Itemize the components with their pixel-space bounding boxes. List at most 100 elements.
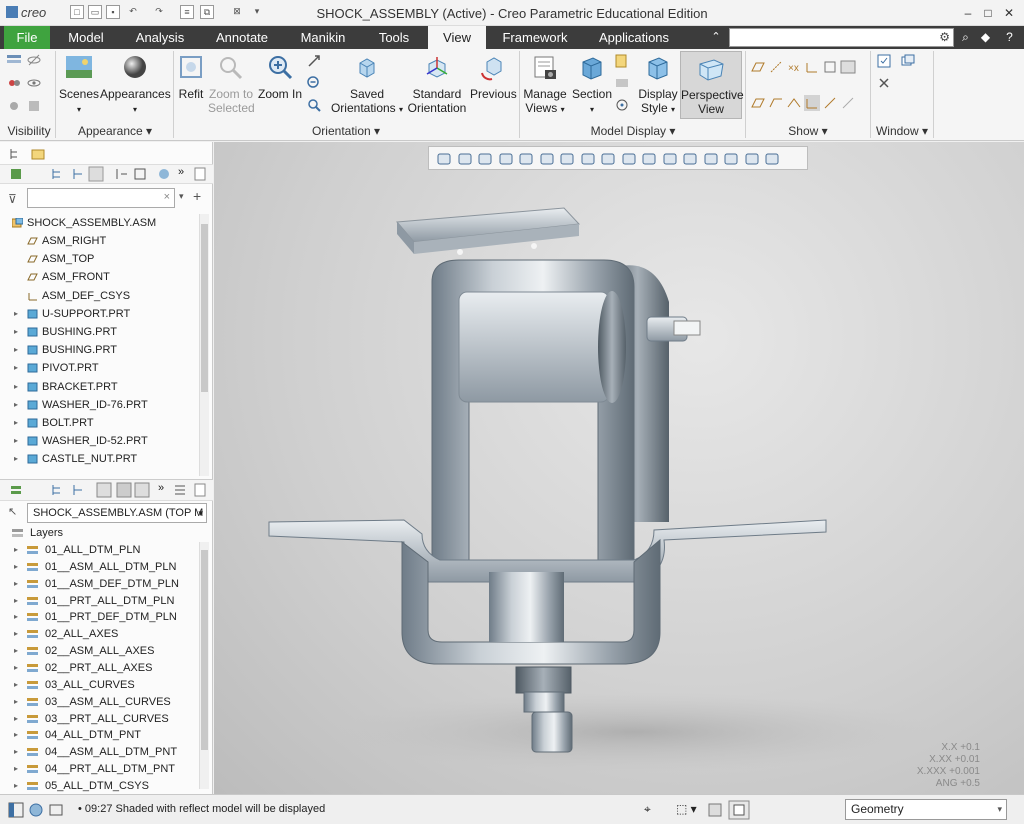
layer-properties-icon[interactable] xyxy=(116,482,132,498)
help-icon[interactable]: ? xyxy=(1000,28,1019,47)
manage-views-button[interactable]: Manage Views ▾ xyxy=(522,51,568,121)
layer-notes-icon[interactable] xyxy=(192,482,208,498)
tree-search-input[interactable]: × xyxy=(27,188,175,208)
model-tree-tab-icon[interactable] xyxy=(8,146,24,162)
windows-list-icon[interactable] xyxy=(900,53,916,69)
spin-center-icon[interactable] xyxy=(614,97,630,113)
expand-icon[interactable]: ▸ xyxy=(14,642,18,660)
tree-columns-icon[interactable] xyxy=(88,166,104,182)
folder-browser-tab-icon[interactable] xyxy=(30,146,46,162)
view-manager-icon[interactable] xyxy=(614,53,630,69)
standard-orientation-button[interactable]: Standard Orientation xyxy=(406,51,468,121)
bushing[interactable] xyxy=(458,291,610,403)
layer-tree-scrollbar[interactable] xyxy=(199,542,209,789)
selection-box-icon[interactable]: ⬚ ▾ xyxy=(676,802,697,816)
plane-tag-display-icon[interactable] xyxy=(750,95,766,111)
expand-icon[interactable]: ▸ xyxy=(14,450,18,468)
refit-button[interactable]: Refit xyxy=(176,51,206,121)
model-tree-scroll-thumb[interactable] xyxy=(201,224,208,392)
expand-icon[interactable]: ▸ xyxy=(14,541,18,559)
expand-icon[interactable]: ▸ xyxy=(14,743,18,761)
layer-filter-icon[interactable] xyxy=(172,482,188,498)
layers-icon[interactable] xyxy=(6,52,22,68)
pan-icon[interactable] xyxy=(306,53,322,69)
zoom-to-selected-button[interactable]: Zoom to Selected xyxy=(208,51,255,121)
axis-display-icon[interactable] xyxy=(768,59,784,75)
expand-icon[interactable]: ▸ xyxy=(14,726,18,744)
expand-icon[interactable]: ▸ xyxy=(14,414,18,432)
expand-all-icon[interactable] xyxy=(50,166,66,182)
zoom-out-icon[interactable] xyxy=(306,75,322,91)
annotation-display-icon[interactable] xyxy=(840,59,856,75)
filter-icon[interactable]: ⊽ xyxy=(8,192,17,206)
layer-model-selector[interactable]: SHOCK_ASSEMBLY.ASM (TOP M ▾ xyxy=(27,503,207,523)
tree-settings-icon[interactable] xyxy=(132,166,148,182)
tab-view[interactable]: View xyxy=(428,26,486,49)
perspective-view-button[interactable]: Perspective View xyxy=(680,51,744,119)
regenerate-icon[interactable] xyxy=(728,800,750,820)
new-layer-icon[interactable] xyxy=(96,482,112,498)
tab-analysis[interactable]: Analysis xyxy=(124,26,196,49)
csys-display-icon[interactable] xyxy=(804,59,820,75)
collapse-ribbon-icon[interactable]: ⌃ xyxy=(706,26,726,49)
spin-center-display-icon[interactable] xyxy=(822,59,838,75)
tab-tools[interactable]: Tools xyxy=(364,26,424,49)
learning-connector-icon[interactable]: ◆ xyxy=(976,28,995,47)
pivot[interactable] xyxy=(531,711,573,753)
expand-icon[interactable]: ▸ xyxy=(14,396,18,414)
scenes-button[interactable]: Scenes ▾ xyxy=(58,51,100,121)
expand-icon[interactable]: ▸ xyxy=(14,305,18,323)
expand-icon[interactable]: ▸ xyxy=(14,592,18,610)
hide-all-icon[interactable] xyxy=(26,98,42,114)
close-window-group-icon[interactable] xyxy=(876,75,892,91)
layer-tree-scroll-thumb[interactable] xyxy=(201,550,208,750)
tab-applications[interactable]: Applications xyxy=(588,26,680,49)
tree-display-icon[interactable] xyxy=(8,166,24,182)
expand-icon[interactable]: ▸ xyxy=(14,710,18,728)
find-icon[interactable]: ⌖ xyxy=(644,802,651,817)
expand-icon[interactable]: ▸ xyxy=(14,659,18,677)
orient-mode-icon[interactable] xyxy=(614,75,630,91)
expand-icon[interactable]: ▸ xyxy=(14,777,18,795)
selection-filter-select[interactable]: Geometry ▾ xyxy=(845,799,1007,820)
expand-icon[interactable]: ▸ xyxy=(14,676,18,694)
layer-expand-icon[interactable] xyxy=(50,482,66,498)
tree-filters-icon[interactable] xyxy=(114,166,130,182)
washer[interactable] xyxy=(523,691,565,713)
graphics-window[interactable]: X.X +0.1 X.XX +0.01 X.XXX +0.001 ANG +0.… xyxy=(214,142,1024,794)
layer-display-icon[interactable] xyxy=(8,482,24,498)
find-icon[interactable] xyxy=(156,166,172,182)
minimize-button[interactable]: – xyxy=(958,3,978,23)
model-tree-scrollbar[interactable] xyxy=(199,214,209,476)
unhide-all-icon[interactable] xyxy=(6,98,22,114)
expand-icon[interactable]: ▸ xyxy=(14,608,18,626)
saved-orientations-button[interactable]: Saved Orientations ▾ xyxy=(330,51,404,121)
layer-settings-icon[interactable] xyxy=(134,482,150,498)
tree-notes-icon[interactable] xyxy=(192,166,208,182)
layer-more-icon[interactable]: » xyxy=(158,482,164,494)
display-style-button[interactable]: Display Style ▾ xyxy=(636,51,680,121)
castle-nut[interactable] xyxy=(515,666,572,694)
datum-display-filter-icon[interactable] xyxy=(840,95,856,111)
tab-model[interactable]: Model xyxy=(54,26,118,49)
tab-manikin[interactable]: Manikin xyxy=(290,26,356,49)
add-filter-icon[interactable]: + xyxy=(193,188,201,204)
point-display-icon[interactable]: ×x xyxy=(786,59,802,75)
expand-icon[interactable]: ▸ xyxy=(14,432,18,450)
search-options-icon[interactable]: ▾ xyxy=(179,191,184,202)
previous-button[interactable]: Previous xyxy=(470,51,517,121)
expand-icon[interactable]: ▸ xyxy=(14,575,18,593)
activate-window-icon[interactable] xyxy=(876,53,892,69)
selected-items-icon[interactable] xyxy=(707,802,723,818)
expand-icon[interactable]: ▸ xyxy=(14,558,18,576)
zoom-window-icon[interactable] xyxy=(306,97,322,113)
toggle-navigator-icon[interactable] xyxy=(8,802,24,818)
section-button[interactable]: Section ▾ xyxy=(570,51,614,121)
shock-assembly-model[interactable] xyxy=(214,142,1024,794)
csys-tag-display-icon[interactable] xyxy=(804,95,820,111)
clear-search-icon[interactable]: × xyxy=(164,191,170,203)
expand-icon[interactable]: ▸ xyxy=(14,693,18,711)
gear-icon[interactable]: ⚙ xyxy=(939,30,950,44)
plane-display-icon[interactable] xyxy=(750,59,766,75)
3d-notes-icon[interactable] xyxy=(822,95,838,111)
